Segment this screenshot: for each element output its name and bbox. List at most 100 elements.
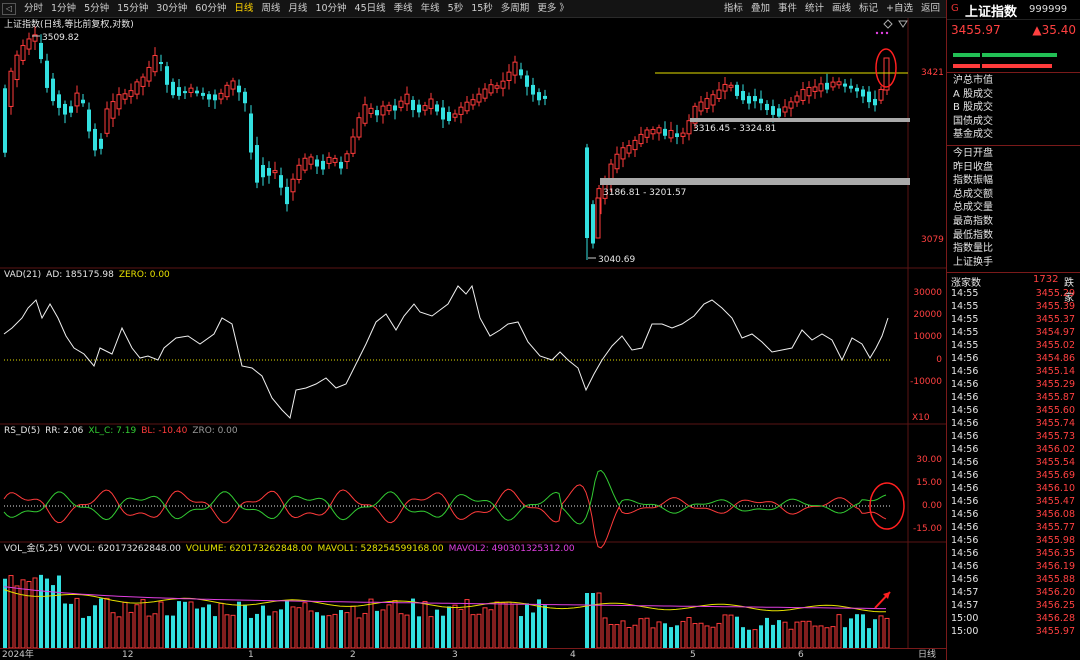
quote-menu-item[interactable]: 昨日收盘 xyxy=(947,161,1080,175)
volume-bar-down xyxy=(735,616,739,648)
tick-row: 14:56 3456.02 xyxy=(947,443,1080,456)
candle-body-up xyxy=(595,197,601,239)
tick-row: 14:56 3455.69 xyxy=(947,469,1080,482)
volume-bar-down xyxy=(765,617,769,648)
candle-body-up xyxy=(296,164,302,180)
volume-bar-up xyxy=(20,579,26,648)
tick-row: 14:56 3454.86 xyxy=(947,352,1080,365)
quote-menu-item[interactable]: 总成交额 xyxy=(947,188,1080,202)
quote-menu-item[interactable]: 总成交量 xyxy=(947,201,1080,215)
tick-time: 14:56 xyxy=(951,353,979,364)
volume-bar-down xyxy=(663,623,667,648)
index-stats-menu: 今日开盘 昨日收盘 指数振幅 总成交额 总成交量 最高指数 最低指数 指数量比 上证换手 xyxy=(947,147,1080,269)
tool-button[interactable]: 画线 xyxy=(828,0,855,18)
tool-button[interactable]: 指标 xyxy=(720,0,747,18)
volume-bar-up xyxy=(8,575,14,648)
quote-menu-item[interactable]: 国债成交 xyxy=(947,115,1080,129)
main-chart-title: 上证指数(日线,等比前复权,对数) xyxy=(4,20,134,30)
candle-body-up xyxy=(883,57,890,91)
tick-time: 14:56 xyxy=(951,444,979,455)
period-tab[interactable]: 60分钟 xyxy=(191,0,230,18)
period-tab[interactable]: 更多 》 xyxy=(533,0,573,18)
candle-body-down xyxy=(525,75,529,87)
quote-menu-item[interactable]: 最低指数 xyxy=(947,229,1080,243)
candle-body-down xyxy=(393,105,397,111)
volume-bar-up xyxy=(302,602,308,648)
candle-body-up xyxy=(356,117,362,138)
tool-button[interactable]: 返回 xyxy=(917,0,944,18)
tick-time: 14:56 xyxy=(951,496,979,507)
candle-body-down xyxy=(93,128,97,151)
period-tab[interactable]: 30分钟 xyxy=(152,0,191,18)
sell-bar-2 xyxy=(982,64,1052,68)
quote-menu-item[interactable]: 指数量比 xyxy=(947,242,1080,256)
period-tab[interactable]: 月线 xyxy=(284,0,311,18)
quote-menu-item[interactable]: 指数振幅 xyxy=(947,174,1080,188)
candle-body-up xyxy=(506,71,512,82)
volume-bar-down xyxy=(243,604,247,648)
tick-price: 3455.74 xyxy=(1035,418,1075,429)
volume-bar-up xyxy=(116,616,122,648)
period-tab[interactable]: 季线 xyxy=(390,0,417,18)
period-tab[interactable]: 15秒 xyxy=(467,0,497,18)
rsd-xlc-line xyxy=(3,469,887,525)
period-tab[interactable]: 年线 xyxy=(417,0,444,18)
volume-bar-up xyxy=(134,604,140,648)
period-tab[interactable]: 分时 xyxy=(20,0,47,18)
candle-body-up xyxy=(494,85,500,89)
period-tab[interactable]: 5秒 xyxy=(444,0,468,18)
volume-bar-down xyxy=(771,624,775,648)
back-arrow-icon[interactable]: ◁ xyxy=(2,3,16,15)
rsd-zro-value: ZRO: 0.00 xyxy=(192,426,238,436)
volume-bar-up xyxy=(308,610,314,648)
volume-bar-up xyxy=(812,625,818,648)
volume-bar-up xyxy=(794,621,800,648)
volume-bar-up xyxy=(512,603,518,648)
candle-body-down xyxy=(207,94,211,100)
candle-body-up xyxy=(686,120,692,135)
tick-time: 14:56 xyxy=(951,535,979,546)
candle-body-up xyxy=(128,90,134,97)
quote-menu-item[interactable]: B 股成交 xyxy=(947,101,1080,115)
candle-body-down xyxy=(417,104,421,113)
period-tab[interactable]: 多周期 xyxy=(497,0,534,18)
tick-time: 14:56 xyxy=(951,392,979,403)
volume-bar-up xyxy=(716,622,722,648)
candle-body-down xyxy=(519,69,523,76)
candle-body-down xyxy=(855,87,859,92)
candle-body-up xyxy=(74,92,80,107)
dots-icon xyxy=(885,31,889,35)
quote-menu-item[interactable]: A 股成交 xyxy=(947,88,1080,102)
volume-bar-down xyxy=(675,625,679,648)
candle-body-down xyxy=(531,84,535,95)
tool-button[interactable]: 统计 xyxy=(801,0,828,18)
tool-button[interactable]: 事件 xyxy=(774,0,801,18)
quote-menu-item[interactable]: 今日开盘 xyxy=(947,147,1080,161)
volume-bar-up xyxy=(500,602,506,648)
period-tab[interactable]: 1分钟 xyxy=(47,0,80,18)
period-tab[interactable]: 15分钟 xyxy=(113,0,152,18)
dots-icon xyxy=(880,31,884,35)
candle-body-up xyxy=(272,170,278,174)
period-tab[interactable]: 日线 xyxy=(230,0,257,18)
volume-bar-up xyxy=(704,625,710,648)
quote-menu-item[interactable]: 上证换手 xyxy=(947,256,1080,270)
tool-button[interactable]: 标记 xyxy=(855,0,882,18)
volume-bar-down xyxy=(339,610,343,648)
period-toolbar: ◁ 分时 1分钟 5分钟 15分钟 30分钟 60分钟 日线 周线 月线 10分钟 45日线 季线 年线… xyxy=(0,0,946,18)
volume-bar-up xyxy=(728,614,734,648)
tool-button[interactable]: +自选 xyxy=(882,0,917,18)
period-tab[interactable]: 10分钟 xyxy=(311,0,350,18)
candle-body-down xyxy=(45,60,49,88)
period-tab[interactable]: 45日线 xyxy=(351,0,390,18)
candle-body-up xyxy=(188,87,194,93)
period-tab[interactable]: 周线 xyxy=(257,0,284,18)
quote-menu-item[interactable]: 沪总市值 xyxy=(947,74,1080,88)
quote-menu-item[interactable]: 最高指数 xyxy=(947,215,1080,229)
volume-bar-down xyxy=(669,627,673,648)
candle-body-down xyxy=(321,160,325,170)
candle-body-up xyxy=(812,86,818,92)
period-tab[interactable]: 5分钟 xyxy=(80,0,113,18)
tool-button[interactable]: 叠加 xyxy=(747,0,774,18)
quote-menu-item[interactable]: 基金成交 xyxy=(947,128,1080,142)
